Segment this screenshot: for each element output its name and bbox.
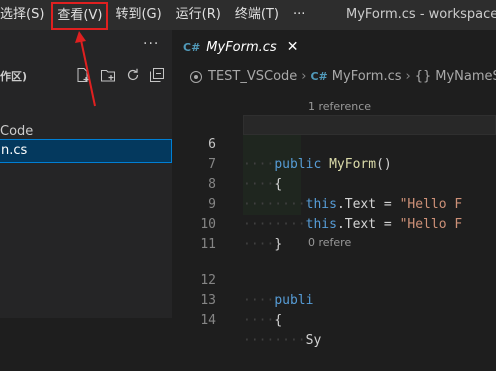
code-text: Sy: [305, 333, 322, 348]
new-file-icon[interactable]: [75, 67, 91, 83]
breadcrumb-file[interactable]: MyForm.cs: [332, 66, 402, 88]
code-keyword: publi: [274, 293, 314, 308]
codelens-references[interactable]: 1 reference: [308, 99, 371, 115]
code-string: "Hello F: [399, 197, 463, 212]
code-text: .Text =: [336, 217, 400, 232]
code-line[interactable]: 9 ········this.Text = "Hello F: [172, 175, 462, 232]
more-actions-icon[interactable]: ···: [143, 36, 159, 52]
tree-file-item-selected[interactable]: n.cs: [0, 139, 172, 163]
tab-label: MyForm.cs: [206, 39, 277, 55]
editor-area: C# MyForm.cs ✕ TEST_VSCode › C# MyForm.c…: [172, 30, 496, 348]
editor-tab[interactable]: C# MyForm.cs ✕: [172, 30, 302, 64]
code-text: .Text =: [336, 197, 400, 212]
breadcrumb-separator: ›: [405, 69, 411, 84]
line-number: 14: [200, 313, 216, 328]
code-keyword: this: [305, 197, 337, 212]
code-keyword: public: [274, 157, 322, 172]
menu-more[interactable]: ···: [286, 0, 312, 30]
code-line[interactable]: 12 ····publi: [172, 251, 313, 308]
explorer-section-header[interactable]: 作区): [0, 70, 172, 118]
new-folder-icon[interactable]: [100, 67, 116, 83]
tree-file-label: n.cs: [1, 143, 28, 158]
breadcrumb-namespace[interactable]: MyNameS: [435, 66, 496, 88]
current-line-highlight: [243, 115, 496, 135]
tree-folder-label: Code: [0, 124, 34, 139]
code-text: {: [274, 177, 283, 192]
window-title: MyForm.cs - workspace (工: [346, 7, 496, 22]
code-line[interactable]: 10 ····}: [172, 195, 282, 252]
workspace-icon: [190, 71, 202, 83]
code-text: }: [274, 237, 283, 252]
code-string: "Hello F: [399, 217, 463, 232]
collapse-all-icon[interactable]: [149, 67, 165, 83]
code-keyword: this: [305, 217, 337, 232]
menu-run[interactable]: 运行(R): [169, 0, 228, 30]
explorer-sidebar: ··· 作区) Code n.cs: [0, 30, 172, 318]
csharp-file-icon: C#: [183, 40, 201, 54]
code-line[interactable]: 7 ····{: [172, 135, 282, 192]
codelens-references[interactable]: 0 refere: [308, 235, 351, 251]
code-function: MyForm: [329, 157, 377, 172]
code-line[interactable]: 13 ····{: [172, 271, 282, 328]
menu-view[interactable]: 查看(V): [51, 1, 109, 30]
menu-goto[interactable]: 转到(G): [108, 0, 168, 30]
namespace-icon: {}: [414, 69, 432, 84]
menu-terminal[interactable]: 终端(T): [228, 0, 286, 30]
code-line[interactable]: 11: [172, 215, 216, 252]
breadcrumb-separator: ›: [301, 69, 307, 84]
code-line[interactable]: 8 ········this.Text = "Hello F: [172, 155, 462, 212]
code-text: (): [376, 157, 392, 172]
breadcrumb-root[interactable]: TEST_VSCode: [208, 66, 297, 88]
code-line[interactable]: 14 ········Sy: [172, 291, 321, 348]
breadcrumb: TEST_VSCode › C# MyForm.cs › {} MyNameS: [190, 66, 496, 88]
section-header-label: 作区): [0, 70, 28, 83]
menu-select[interactable]: 选择(S): [0, 0, 51, 30]
csharp-file-icon: C#: [310, 70, 328, 83]
close-icon[interactable]: ✕: [287, 39, 299, 55]
code-text: {: [274, 313, 283, 328]
code-line[interactable]: 6 ····public MyForm(): [172, 115, 392, 172]
refresh-icon[interactable]: [125, 67, 141, 83]
